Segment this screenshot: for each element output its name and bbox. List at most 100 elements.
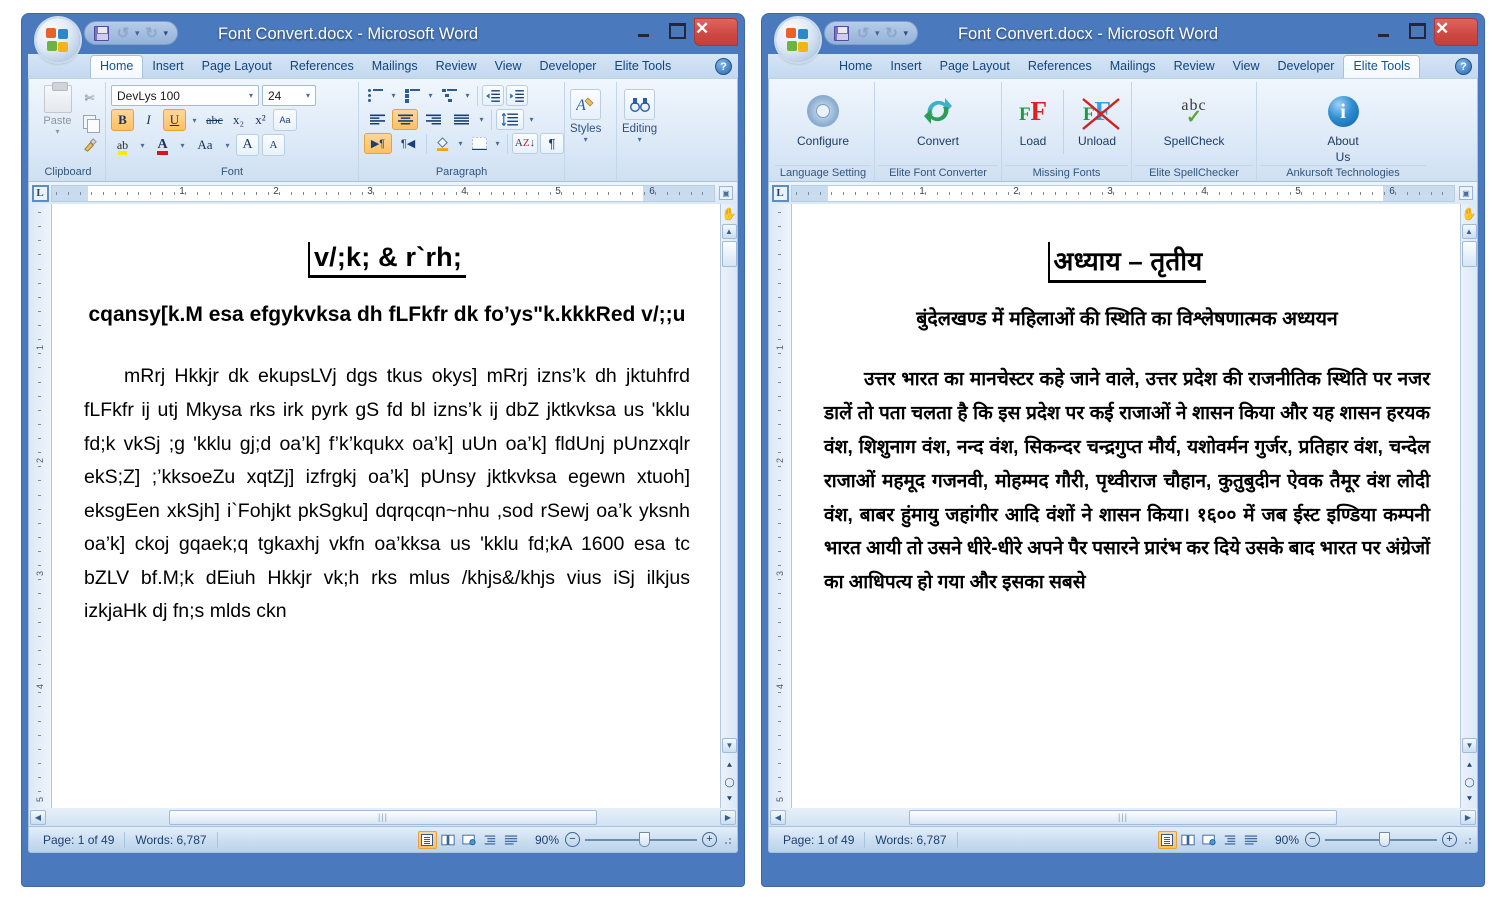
previous-page-button[interactable]: ⯅	[722, 758, 737, 772]
tab-mailings-right[interactable]: Mailings	[1101, 56, 1165, 78]
next-page-button[interactable]: ⯆	[722, 792, 737, 806]
previous-page-button-right[interactable]: ⯅	[1462, 758, 1477, 772]
decrease-indent-button[interactable]	[482, 85, 504, 106]
redo-icon-right[interactable]: ↻	[882, 24, 902, 43]
close-button-right[interactable]: ✕	[1434, 18, 1478, 46]
strikethrough-button[interactable]: abc	[203, 109, 226, 131]
customize-qat-icon[interactable]: ▾	[164, 28, 169, 39]
page-indicator-left[interactable]: Page: 1 of 49	[33, 833, 124, 847]
undo-dropdown-icon[interactable]: ▾	[135, 28, 140, 39]
office-button-right[interactable]	[776, 18, 820, 62]
clear-formatting-button[interactable]: Aa	[273, 109, 297, 131]
scroll-left-button[interactable]: ◀	[30, 809, 46, 825]
justify-button[interactable]	[448, 109, 474, 130]
horizontal-ruler[interactable]: 1 2 3 4 5 6	[51, 185, 715, 202]
hscroll-track-right[interactable]: |||	[788, 809, 1458, 825]
zoom-thumb-right[interactable]	[1378, 832, 1390, 847]
vertical-scrollbar-right[interactable]: ✋ ▲ ▼ ⯅ ◯ ⯆	[1460, 204, 1477, 808]
maximize-button[interactable]	[660, 18, 694, 44]
styles-button[interactable]: A Styles ▾	[570, 85, 601, 144]
zoom-level-left[interactable]: 90%	[529, 833, 565, 847]
line-spacing-dropdown-icon[interactable]: ▾	[526, 115, 537, 124]
shading-dropdown-icon[interactable]: ▾	[455, 139, 466, 148]
zoom-in-button-right[interactable]: +	[1442, 832, 1457, 847]
scroll-left-button-right[interactable]: ◀	[770, 809, 786, 825]
zoom-out-button-right[interactable]: −	[1305, 832, 1320, 847]
align-center-button[interactable]	[392, 109, 418, 130]
scroll-right-button-right[interactable]: ▶	[1460, 809, 1476, 825]
tab-page-layout-right[interactable]: Page Layout	[931, 56, 1019, 78]
view-ruler-icon-right[interactable]: ▣	[1459, 186, 1473, 200]
copy-button[interactable]	[79, 111, 100, 133]
close-button[interactable]: ✕	[694, 18, 738, 46]
font-size-input[interactable]: 24 ▾	[262, 85, 316, 106]
zoom-slider-left[interactable]	[585, 832, 697, 847]
horizontal-ruler-right[interactable]: 1 2 3 4 5 6	[791, 185, 1455, 202]
tab-stop-selector-right[interactable]: L	[769, 182, 791, 204]
bullets-button[interactable]	[364, 85, 386, 106]
numbering-dropdown-icon[interactable]: ▾	[425, 91, 436, 100]
view-ruler-icon[interactable]: ▣	[719, 186, 733, 200]
zoom-level-right[interactable]: 90%	[1269, 833, 1305, 847]
web-layout-view-button[interactable]	[460, 831, 479, 849]
tab-insert-right[interactable]: Insert	[881, 56, 930, 78]
align-right-button[interactable]	[420, 109, 446, 130]
draft-view-button[interactable]	[502, 831, 521, 849]
editing-button[interactable]: Editing ▾	[622, 85, 657, 144]
word-count-left[interactable]: Words: 6,787	[125, 833, 216, 847]
tab-developer[interactable]: Developer	[530, 56, 605, 78]
superscript-button[interactable]: x²	[251, 109, 270, 131]
select-browse-object-button-right[interactable]: ◯	[1462, 775, 1477, 789]
zoom-out-button[interactable]: −	[565, 832, 580, 847]
font-name-input[interactable]: DevLys 100 ▾	[111, 85, 259, 106]
sort-button[interactable]: AZ↓	[512, 133, 538, 154]
highlight-dropdown-icon[interactable]: ▾	[137, 141, 148, 150]
tab-stop-selector[interactable]: L	[29, 182, 51, 204]
paste-button[interactable]: Paste ▾	[36, 82, 79, 136]
minimize-button-right[interactable]	[1366, 18, 1400, 44]
maximize-button-right[interactable]	[1400, 18, 1434, 44]
tab-elite-tools[interactable]: Elite Tools	[605, 56, 680, 78]
tab-references[interactable]: References	[281, 56, 363, 78]
hscroll-thumb-left[interactable]: |||	[168, 809, 598, 825]
scroll-up-button[interactable]: ▲	[721, 224, 737, 239]
web-layout-view-button-right[interactable]	[1200, 831, 1219, 849]
outline-view-button[interactable]	[481, 831, 500, 849]
scroll-right-button[interactable]: ▶	[720, 809, 736, 825]
justify-dropdown-icon[interactable]: ▾	[476, 115, 487, 124]
increase-indent-button[interactable]	[506, 85, 528, 106]
scroll-thumb-left[interactable]	[721, 241, 737, 267]
scroll-up-button-right[interactable]: ▲	[1461, 224, 1477, 239]
tab-view[interactable]: View	[486, 56, 531, 78]
scroll-down-button[interactable]: ▼	[722, 738, 737, 753]
line-spacing-button[interactable]	[496, 109, 524, 130]
subscript-button[interactable]: x₂	[229, 109, 248, 131]
font-name-dropdown-icon[interactable]: ▾	[246, 91, 256, 100]
multilevel-dropdown-icon[interactable]: ▾	[462, 91, 473, 100]
vertical-scrollbar-left[interactable]: ✋ ▲ ▼ ⯅ ◯ ⯆	[720, 204, 737, 808]
draft-view-button-right[interactable]	[1242, 831, 1261, 849]
save-icon[interactable]	[91, 24, 111, 43]
highlight-button[interactable]: ab	[111, 134, 134, 156]
outline-view-button-right[interactable]	[1221, 831, 1240, 849]
tab-insert[interactable]: Insert	[143, 56, 192, 78]
zoom-slider-right[interactable]	[1325, 832, 1437, 847]
full-screen-reading-view-button[interactable]	[439, 831, 458, 849]
print-layout-view-button-right[interactable]	[1157, 830, 1177, 849]
font-color-dropdown-icon[interactable]: ▾	[177, 141, 188, 150]
font-color-button[interactable]: A	[151, 134, 174, 156]
resize-grip-right[interactable]	[1461, 834, 1473, 846]
paste-dropdown-icon[interactable]: ▾	[55, 127, 59, 136]
undo-icon-right[interactable]: ↺	[853, 24, 873, 43]
horizontal-scrollbar-left[interactable]: ◀ ||| ▶	[28, 808, 738, 827]
bullets-dropdown-icon[interactable]: ▾	[388, 91, 399, 100]
tab-page-layout[interactable]: Page Layout	[193, 56, 281, 78]
hand-scroll-icon-right[interactable]: ✋	[1462, 206, 1477, 222]
multilevel-list-button[interactable]	[438, 85, 460, 106]
load-button[interactable]: FF Load	[1005, 84, 1061, 165]
tab-references-right[interactable]: References	[1019, 56, 1101, 78]
tab-review[interactable]: Review	[427, 56, 486, 78]
rtl-text-direction-button[interactable]: ¶◀	[394, 133, 422, 154]
save-icon-right[interactable]	[831, 24, 851, 43]
tab-home[interactable]: Home	[90, 55, 144, 79]
